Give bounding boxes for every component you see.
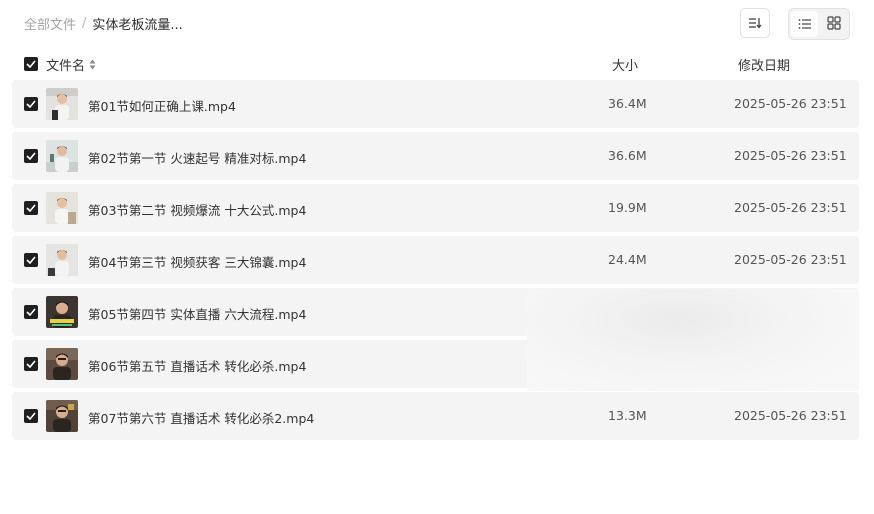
file-row-checkbox[interactable] [24, 409, 38, 423]
view-toggle [788, 8, 850, 40]
file-name[interactable]: 第04节第三节 视频获客 三大锦囊.mp4 [88, 252, 306, 271]
file-modified-date: 2025-05-26 23:51 [734, 200, 847, 215]
file-size: 36.4M [608, 96, 647, 111]
file-modified-date: 2025-05-26 23:51 [734, 408, 847, 423]
file-size: 19.9M [608, 200, 647, 215]
loading-blur-overlay [527, 289, 859, 391]
sort-toggle-icon [89, 59, 96, 70]
file-size: 13.3M [608, 408, 647, 423]
video-thumbnail [46, 400, 78, 432]
breadcrumb-current-folder: 实体老板流量... [92, 18, 183, 33]
file-name[interactable]: 第02节第一节 火速起号 精准对标.mp4 [88, 148, 306, 167]
file-name[interactable]: 第06节第五节 直播话术 转化必杀.mp4 [88, 356, 306, 375]
breadcrumb-root-link[interactable]: 全部文件 [24, 14, 76, 33]
file-row-checkbox[interactable] [24, 253, 38, 267]
file-row[interactable]: 第04节第三节 视频获客 三大锦囊.mp4 24.4M 2025-05-26 2… [12, 236, 859, 284]
column-header-date[interactable]: 修改日期 [738, 55, 790, 74]
file-size: 24.4M [608, 252, 647, 267]
video-thumbnail [46, 88, 78, 120]
top-bar: 全部文件 / 实体老板流量... [0, 0, 874, 48]
video-thumbnail [46, 140, 78, 172]
list-view-button[interactable] [791, 11, 818, 37]
breadcrumb: 全部文件 / 实体老板流量... [24, 14, 183, 33]
video-thumbnail [46, 244, 78, 276]
video-thumbnail [46, 192, 78, 224]
file-name[interactable]: 第05节第四节 实体直播 六大流程.mp4 [88, 304, 306, 323]
column-header-name[interactable]: 文件名 [46, 55, 96, 74]
file-modified-date: 2025-05-26 23:51 [734, 252, 847, 267]
sort-button[interactable] [740, 8, 770, 38]
grid-view-button[interactable] [820, 11, 847, 37]
file-row[interactable]: 第01节如何正确上课.mp4 36.4M 2025-05-26 23:51 [12, 80, 859, 128]
breadcrumb-separator: / [82, 16, 87, 31]
sort-icon [748, 14, 762, 33]
file-row-checkbox[interactable] [24, 357, 38, 371]
video-thumbnail [46, 296, 78, 328]
file-list-header: 文件名 大小 修改日期 [0, 52, 874, 76]
file-row-checkbox[interactable] [24, 201, 38, 215]
file-row[interactable]: 第03节第二节 视频爆流 十大公式.mp4 19.9M 2025-05-26 2… [12, 184, 859, 232]
file-modified-date: 2025-05-26 23:51 [734, 148, 847, 163]
file-row-checkbox[interactable] [24, 97, 38, 111]
file-name[interactable]: 第07节第六节 直播话术 转化必杀2.mp4 [88, 408, 314, 427]
file-name[interactable]: 第01节如何正确上课.mp4 [88, 96, 236, 115]
file-name[interactable]: 第03节第二节 视频爆流 十大公式.mp4 [88, 200, 306, 219]
list-view-icon [798, 15, 812, 34]
file-modified-date: 2025-05-26 23:51 [734, 96, 847, 111]
select-all-checkbox[interactable] [24, 57, 38, 71]
file-row-checkbox[interactable] [24, 305, 38, 319]
file-size: 36.6M [608, 148, 647, 163]
column-header-size[interactable]: 大小 [612, 55, 638, 74]
column-name-label: 文件名 [46, 59, 86, 74]
file-row[interactable]: 第07节第六节 直播话术 转化必杀2.mp4 13.3M 2025-05-26 … [12, 392, 859, 440]
video-thumbnail [46, 348, 78, 380]
file-row[interactable]: 第02节第一节 火速起号 精准对标.mp4 36.6M 2025-05-26 2… [12, 132, 859, 180]
grid-view-icon [826, 15, 841, 34]
file-row-checkbox[interactable] [24, 149, 38, 163]
